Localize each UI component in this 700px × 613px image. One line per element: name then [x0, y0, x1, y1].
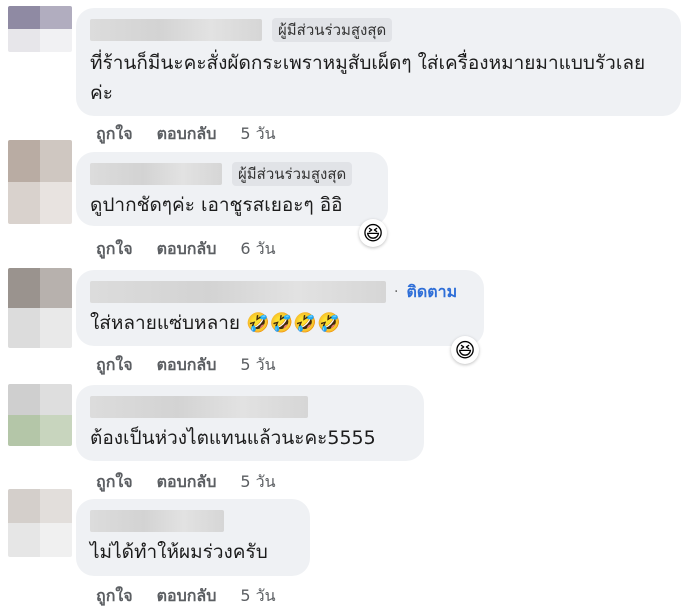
comment-text: ดูปากชัดๆค่ะ เอาชูรสเยอะๆ อิอิ	[90, 194, 343, 216]
comment-actions: ถูกใจ ตอบกลับ 5 วัน	[96, 122, 276, 147]
reaction-icon[interactable]: 😆	[359, 219, 387, 247]
timestamp[interactable]: 5 วัน	[240, 122, 275, 147]
blurred-author-name[interactable]	[90, 281, 386, 303]
reply-button[interactable]: ตอบกลับ	[157, 353, 217, 378]
reply-button[interactable]: ตอบกลับ	[157, 584, 217, 609]
blurred-author-name[interactable]	[90, 19, 262, 41]
follow-button[interactable]: ติดตาม	[406, 280, 457, 305]
avatar[interactable]	[8, 140, 72, 224]
comment-bubble: ไม่ได้ทำให้ผมร่วงครับ	[76, 499, 310, 576]
comment-text: ไม่ได้ทำให้ผมร่วงครับ	[90, 541, 268, 563]
like-button[interactable]: ถูกใจ	[96, 584, 133, 609]
comment-bubble: · ติดตาม ใส่หลายแซ่บหลาย 🤣🤣🤣🤣	[76, 270, 484, 346]
avatar[interactable]	[8, 384, 72, 446]
timestamp[interactable]: 5 วัน	[240, 353, 275, 378]
comment-header: ผู้มีส่วนร่วมสูงสุด	[90, 162, 374, 186]
blurred-author-name[interactable]	[90, 396, 308, 418]
like-button[interactable]: ถูกใจ	[96, 237, 133, 262]
timestamp[interactable]: 5 วัน	[240, 584, 275, 609]
comment-actions: ถูกใจ ตอบกลับ 5 วัน	[96, 353, 276, 378]
comment-actions: ถูกใจ ตอบกลับ 5 วัน	[96, 470, 276, 495]
comment-text: ต้องเป็นห่วงไตแทนแล้วนะคะ5555	[90, 427, 376, 449]
comment-header: · ติดตาม	[90, 280, 470, 304]
top-fan-badge: ผู้มีส่วนร่วมสูงสุด	[232, 162, 353, 186]
timestamp[interactable]: 5 วัน	[240, 470, 275, 495]
like-button[interactable]: ถูกใจ	[96, 470, 133, 495]
separator-dot: ·	[394, 284, 399, 300]
reply-button[interactable]: ตอบกลับ	[157, 237, 217, 262]
like-button[interactable]: ถูกใจ	[96, 353, 133, 378]
comment-actions: ถูกใจ ตอบกลับ 6 วัน	[96, 237, 276, 262]
reply-button[interactable]: ตอบกลับ	[157, 122, 217, 147]
comment-bubble: ผู้มีส่วนร่วมสูงสุด ดูปากชัดๆค่ะ เอาชูรส…	[76, 152, 388, 226]
comment-actions: ถูกใจ ตอบกลับ 5 วัน	[96, 584, 276, 609]
blurred-author-name[interactable]	[90, 510, 224, 532]
reply-button[interactable]: ตอบกลับ	[157, 470, 217, 495]
avatar[interactable]	[8, 268, 72, 348]
comment-header	[90, 395, 410, 419]
comment-header	[90, 509, 296, 533]
blurred-author-name[interactable]	[90, 163, 222, 185]
like-button[interactable]: ถูกใจ	[96, 122, 133, 147]
comment-header: ผู้มีส่วนร่วมสูงสุด	[90, 18, 667, 42]
comment-thread: ผู้มีส่วนร่วมสูงสุด ที่ร้านก็มีนะคะสั่งผ…	[0, 0, 700, 613]
comment-bubble: ต้องเป็นห่วงไตแทนแล้วนะคะ5555	[76, 385, 424, 461]
top-fan-badge: ผู้มีส่วนร่วมสูงสุด	[272, 18, 393, 42]
avatar[interactable]	[8, 6, 72, 52]
timestamp[interactable]: 6 วัน	[240, 237, 275, 262]
avatar[interactable]	[8, 489, 72, 557]
comment-bubble: ผู้มีส่วนร่วมสูงสุด ที่ร้านก็มีนะคะสั่งผ…	[76, 8, 681, 116]
comment-text: ใส่หลายแซ่บหลาย 🤣🤣🤣🤣	[90, 312, 341, 334]
reaction-icon[interactable]: 😆	[451, 336, 479, 364]
comment-text: ที่ร้านก็มีนะคะสั่งผัดกระเพราหมูสับเผ็ดๆ…	[90, 52, 646, 104]
